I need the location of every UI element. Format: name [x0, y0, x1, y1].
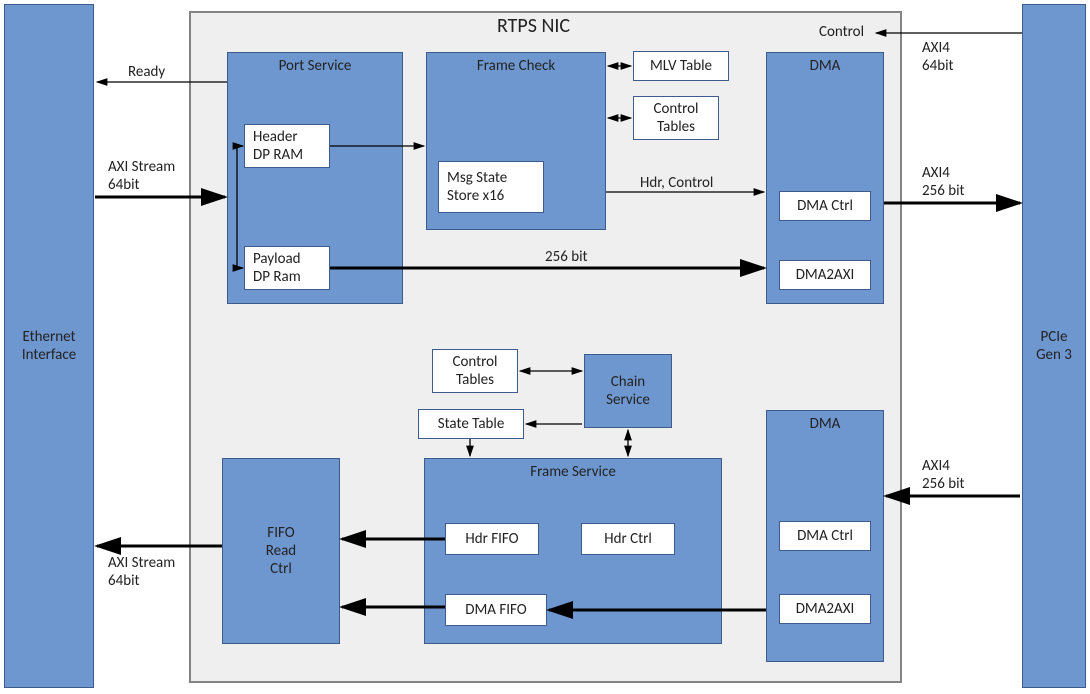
label-control: Control [819, 23, 864, 41]
label-ready: Ready [128, 63, 165, 81]
dma-ctrl-bottom-label: DMA Ctrl [797, 527, 853, 545]
pcie-interface: PCIe Gen 3 [1022, 4, 1086, 688]
frame-service-label: Frame Service [530, 463, 616, 481]
pcie-interface-label: PCIe Gen 3 [1036, 328, 1072, 364]
fifo-read-ctrl: FIFO Read Ctrl [222, 458, 340, 644]
header-dpram: Header DP RAM [244, 124, 330, 168]
mlv-table-label: MLV Table [650, 57, 712, 75]
mlv-table: MLV Table [633, 51, 729, 81]
label-axi4-64: AXI4 64bit [922, 39, 954, 75]
dma-fifo: DMA FIFO [445, 594, 547, 626]
dma2axi-top-label: DMA2AXI [796, 266, 855, 284]
payload-dpram: Payload DP Ram [244, 246, 330, 290]
dma-fifo-label: DMA FIFO [465, 601, 527, 619]
control-tables-bottom: Control Tables [432, 349, 518, 393]
control-tables-top-label: Control Tables [653, 100, 698, 136]
fifo-read-ctrl-label: FIFO Read Ctrl [266, 524, 296, 578]
dma2axi-bottom: DMA2AXI [779, 594, 871, 624]
ethernet-interface-label: Ethernet Interface [22, 328, 76, 364]
label-axi4-256-bot: AXI4 256 bit [922, 457, 965, 493]
frame-check-label: Frame Check [477, 57, 555, 75]
control-tables-top: Control Tables [633, 96, 719, 140]
hdr-ctrl-label: Hdr Ctrl [604, 530, 652, 548]
state-table: State Table [418, 409, 524, 439]
msg-state-store: Msg State Store x16 [438, 161, 544, 213]
dma-ctrl-top-label: DMA Ctrl [797, 197, 853, 215]
hdr-ctrl: Hdr Ctrl [581, 523, 675, 555]
dma-bottom-label: DMA [810, 415, 841, 433]
control-tables-bottom-label: Control Tables [452, 353, 497, 389]
ethernet-interface: Ethernet Interface [4, 4, 94, 688]
dma2axi-bottom-label: DMA2AXI [796, 600, 855, 618]
chain-service-label: Chain Service [606, 373, 650, 409]
payload-dpram-label: Payload DP Ram [253, 250, 301, 286]
label-256bit: 256 bit [545, 248, 588, 266]
header-dpram-label: Header DP RAM [253, 128, 303, 164]
rtps-nic-title: RTPS NIC [497, 14, 570, 38]
label-axi4-256-top: AXI4 256 bit [922, 164, 965, 200]
label-axi-in: AXI Stream 64bit [108, 158, 175, 194]
hdr-fifo: Hdr FIFO [445, 523, 539, 555]
label-axi-out: AXI Stream 64bit [108, 554, 175, 590]
dma-top-label: DMA [810, 57, 841, 75]
chain-service: Chain Service [584, 354, 672, 428]
state-table-label: State Table [438, 415, 505, 433]
dma-ctrl-top: DMA Ctrl [779, 191, 871, 221]
msg-state-store-label: Msg State Store x16 [447, 169, 507, 205]
port-service-label: Port Service [279, 57, 352, 75]
dma-ctrl-bottom: DMA Ctrl [779, 521, 871, 551]
hdr-fifo-label: Hdr FIFO [465, 530, 518, 548]
label-hdr-control: Hdr, Control [640, 174, 713, 192]
dma2axi-top: DMA2AXI [779, 260, 871, 290]
